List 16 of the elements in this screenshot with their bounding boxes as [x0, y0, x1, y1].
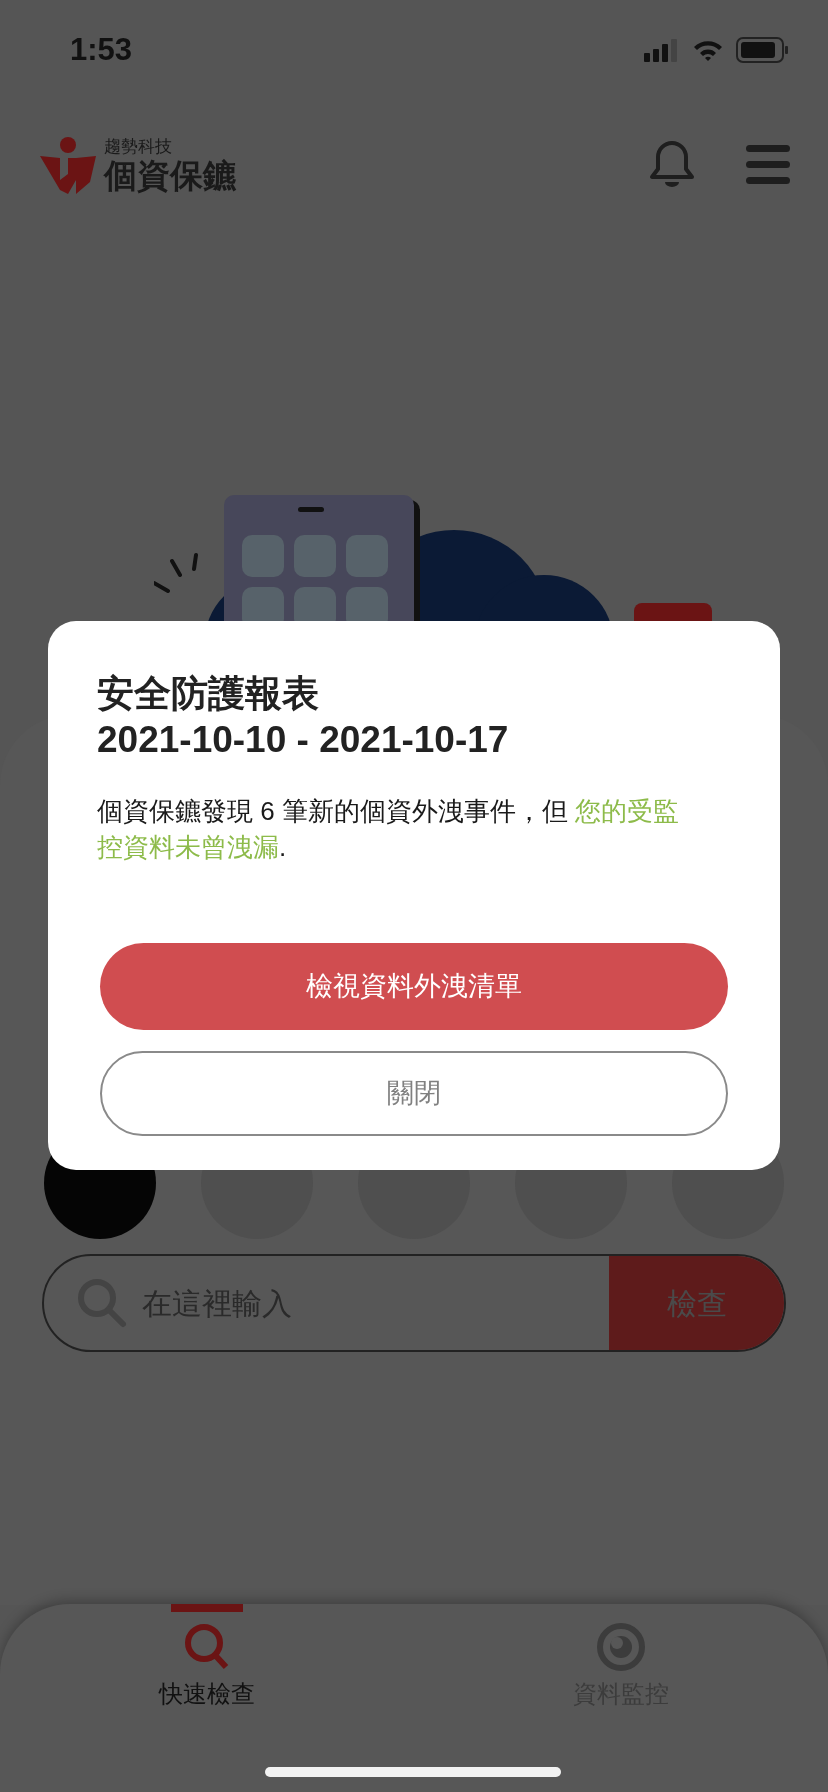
wifi-icon [692, 38, 724, 62]
close-button[interactable]: 關閉 [100, 1051, 728, 1136]
active-tab-indicator [171, 1604, 243, 1612]
logo-icon [40, 136, 96, 194]
search-icon [183, 1622, 231, 1672]
signal-icon [644, 38, 680, 62]
status-time: 1:53 [70, 30, 133, 69]
eye-target-icon [596, 1622, 646, 1672]
brand-subtitle: 趨勢科技 [104, 138, 173, 155]
nav-tab[interactable]: 快速檢查 [107, 1604, 307, 1714]
view-breach-list-button[interactable]: 檢視資料外洩清單 [100, 943, 728, 1030]
battery-icon [736, 37, 788, 63]
dialog-date-range: 2021-10-10 - 2021-10-17 [97, 718, 510, 762]
dialog-message: 個資保鑣發現 6 筆新的個資外洩事件，但 您的受監控資料未曾洩漏. [97, 795, 681, 864]
dialog-title: 安全防護報表 [97, 672, 320, 716]
brand-title: 個資保鑣 [104, 159, 236, 192]
